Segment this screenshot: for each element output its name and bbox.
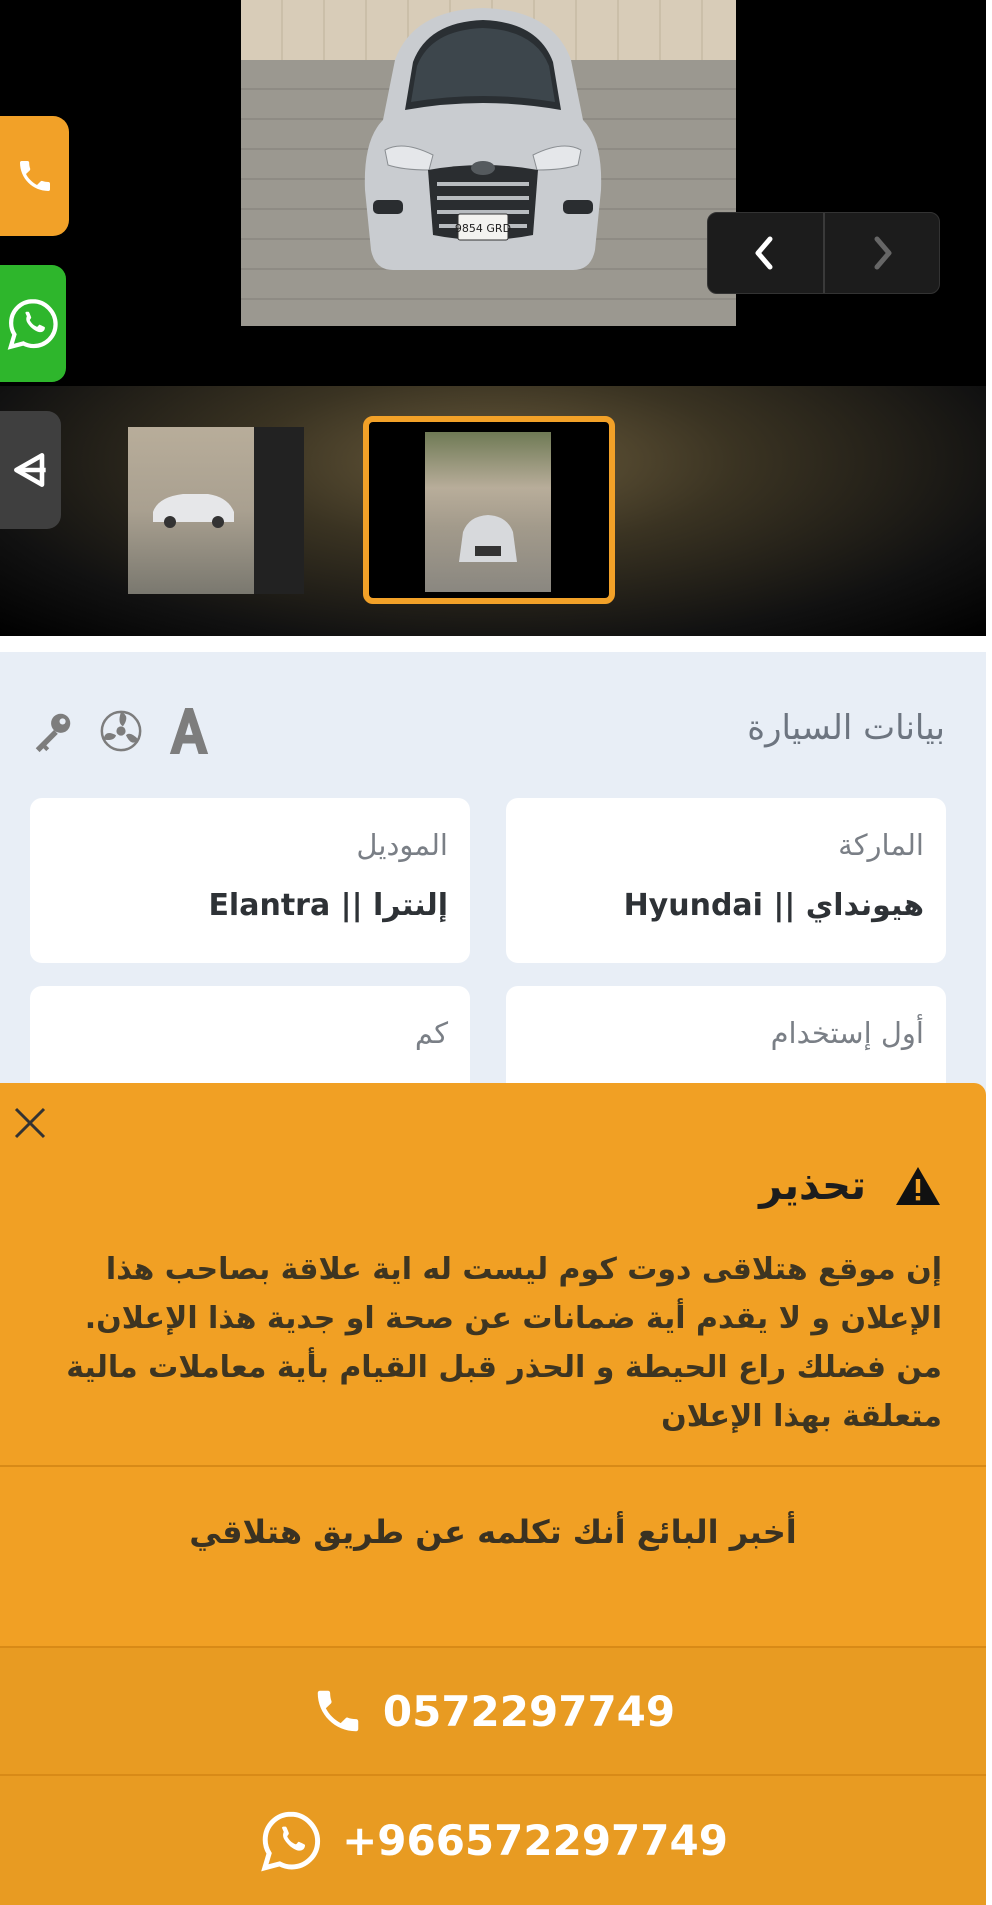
warning-header: تحذير	[759, 1163, 942, 1209]
phone-number: 0572297749	[382, 1686, 676, 1736]
call-button[interactable]	[0, 116, 69, 236]
model-value: إلنترا || Elantra	[208, 888, 448, 923]
car-image: 9854 GRD	[364, 8, 602, 270]
warning-triangle-icon	[896, 1167, 940, 1205]
car-thumbnail-image	[459, 515, 517, 562]
share-button[interactable]	[0, 411, 61, 529]
chevron-left-icon	[755, 236, 773, 270]
brand-label: الماركة	[838, 828, 924, 862]
svg-text:9854 GRD: 9854 GRD	[455, 222, 511, 235]
thumbnail-1[interactable]	[128, 427, 304, 594]
share-icon	[13, 453, 46, 487]
whatsapp-button[interactable]	[0, 265, 66, 382]
divider	[0, 1465, 986, 1467]
font-a-icon	[169, 708, 209, 754]
brand-value: هيونداي || Hyundai	[623, 888, 924, 923]
brand-card: الماركة هيونداي || Hyundai	[506, 798, 946, 963]
km-label: كم	[414, 1016, 448, 1050]
thumbnail-2-selected[interactable]	[363, 416, 615, 604]
first-use-label: أول إستخدام	[770, 1016, 924, 1050]
phone-icon	[19, 161, 50, 191]
close-icon	[14, 1107, 46, 1139]
car-thumbnail-image	[153, 494, 234, 528]
warning-title: تحذير	[759, 1163, 866, 1209]
phone-icon	[317, 1690, 359, 1732]
tell-seller-text: أخبر البائع أنك تكلمه عن طريق هتلاقي	[189, 1513, 797, 1551]
whatsapp-number: +966572297749	[342, 1816, 728, 1865]
section-title: بيانات السيارة	[747, 708, 945, 748]
feature-icons	[30, 706, 212, 756]
model-card: الموديل إلنترا || Elantra	[30, 798, 470, 963]
warning-modal: تحذير إن موقع هتلاقى دوت كوم ليست له اية…	[0, 1083, 986, 1905]
prev-photo-button[interactable]	[822, 213, 940, 293]
whatsapp-icon	[7, 298, 58, 350]
warning-body: إن موقع هتلاقى دوت كوم ليست له اية علاقة…	[66, 1252, 942, 1434]
whatsapp-icon	[261, 1811, 321, 1871]
model-label: الموديل	[356, 828, 448, 862]
key-icon	[35, 713, 71, 753]
gallery-navigation	[707, 212, 940, 294]
whatsapp-contact-button[interactable]: +966572297749	[0, 1776, 986, 1905]
close-button[interactable]	[10, 1103, 50, 1143]
chevron-right-icon	[874, 236, 892, 270]
photo-gallery: 9854 GRD	[0, 0, 986, 636]
fan-icon	[100, 710, 142, 752]
next-photo-button[interactable]	[708, 213, 823, 293]
call-phone-button[interactable]: 0572297749	[0, 1648, 986, 1774]
main-car-photo[interactable]: 9854 GRD	[241, 0, 736, 326]
